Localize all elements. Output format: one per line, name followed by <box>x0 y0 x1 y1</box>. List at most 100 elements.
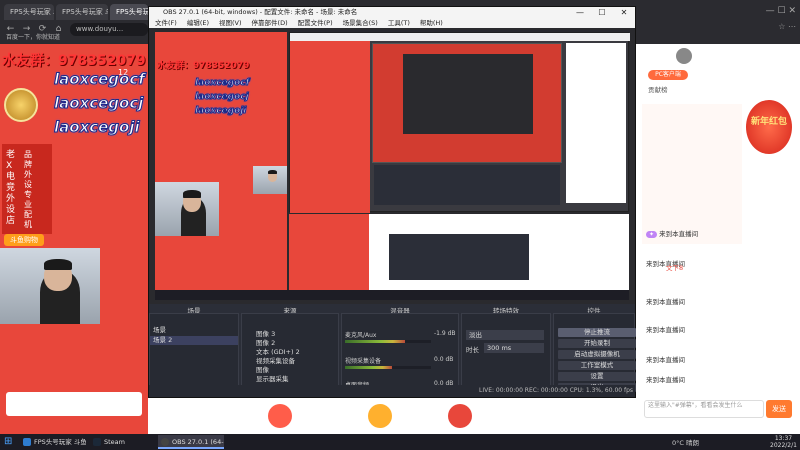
menu-item[interactable]: 视图(V) <box>219 19 242 27</box>
webcam-small <box>253 166 287 194</box>
mixer-track-db: -1.9 dB <box>434 330 456 337</box>
windows-start-icon[interactable]: ⊞ <box>4 437 14 447</box>
menu-item[interactable]: 文件(F) <box>155 19 177 27</box>
obs-preview[interactable]: 水友群：978352079 laoxcegocf laoxcegocj laox… <box>149 28 635 304</box>
preview-taskbar <box>155 290 629 300</box>
preview-nested-docks <box>389 234 529 280</box>
taskbar-item[interactable]: FPS头号玩家 斗鱼... <box>20 435 86 449</box>
overlay-name: laoxcegoji <box>54 118 141 137</box>
new-year-redpacket-icon[interactable]: 新年红包 <box>746 100 792 154</box>
source-item[interactable]: 视频采集设备 <box>242 357 338 366</box>
transition-select[interactable]: 淡出 <box>466 330 544 340</box>
chat-message: ✦ 来到本直播间 <box>646 228 698 238</box>
browser-tab[interactable]: FPS头号玩家 斗鱼视频 <box>56 4 108 20</box>
browser-icon <box>23 438 31 446</box>
shop-label: 斗鱼购物 <box>4 234 44 246</box>
chat-message: 来到本直播间 <box>646 324 685 334</box>
duration-label: 时长 <box>466 346 479 354</box>
studio-mode-button[interactable]: 工作室模式 <box>558 361 636 370</box>
weather-text[interactable]: 0°C 晴朗 <box>672 437 699 447</box>
preview-qq-text: 水友群：978352079 <box>157 61 250 71</box>
source-item[interactable]: 文本 (GDI+) 2 <box>242 348 338 357</box>
minimize-icon[interactable]: — <box>569 7 591 18</box>
obs-menubar: 文件(F) 编辑(E) 视图(V) 停靠部件(D) 配置文件(P) 场景集合(S) 工具(T… <box>149 18 635 28</box>
browser-window-controls[interactable]: — ☐ ✕ <box>642 6 796 20</box>
shop-banner-left-text: 老X电竞外设店 <box>6 150 16 226</box>
mixer-track-name: 视频采集设备 <box>345 358 382 365</box>
source-item[interactable]: 显示器采集 <box>242 375 338 384</box>
nested-docks <box>374 165 560 205</box>
shop-banner: 老X电竞外设店 品牌外设 专业配机 <box>2 144 52 234</box>
scene-item[interactable]: 场景 2 <box>150 336 238 345</box>
menu-item[interactable]: 场景集合(S) <box>343 19 378 27</box>
rank-label: 贡献榜 <box>648 86 668 94</box>
preview-webcam-small <box>253 166 287 194</box>
preview-name: laoxcegoji <box>194 106 247 117</box>
menu-item[interactable]: 编辑(E) <box>187 19 209 27</box>
taskbar-item[interactable]: OBS 27.0.1 (64-bit... <box>158 435 224 449</box>
taskbar-item[interactable]: Steam <box>90 435 154 449</box>
browser-tab[interactable]: FPS头号玩家 斗鱼视频 <box>4 4 54 20</box>
person-hair <box>44 259 72 271</box>
volume-meter <box>345 366 393 369</box>
fans-label: 文下8 <box>666 264 684 272</box>
chat-message: 来到本直播间 <box>646 374 685 384</box>
sources-header: 来源 <box>283 307 297 315</box>
pc-client-button[interactable]: PC客户端 <box>648 70 688 80</box>
stream-page-right: PC客户端 贡献榜 新年红包 ✦ 来到本直播间 来到本直播间 文下8 来到本直播… <box>636 44 800 434</box>
nested-preview-inner <box>403 54 533 134</box>
scene-item[interactable]: 场景 <box>150 326 238 335</box>
taskbar-item-label: OBS 27.0.1 (64-bit... <box>172 438 224 446</box>
nested-obs-preview <box>289 32 630 213</box>
chat-message: 来到本直播间 <box>646 354 685 364</box>
maximize-icon[interactable]: ☐ <box>591 7 613 18</box>
browser-tab[interactable]: FPS头号玩家 斗鱼视频 <box>110 4 148 20</box>
steam-icon <box>93 438 101 446</box>
clock-time: 13:37 <box>774 435 793 442</box>
overlay-name: laoxcegocj <box>53 94 144 113</box>
gift-icon[interactable] <box>268 404 292 428</box>
chat-input[interactable]: 这里输入"#弹幕"，看看会发生什么 <box>644 400 764 418</box>
avatar[interactable] <box>676 48 692 64</box>
rank-list <box>642 104 742 244</box>
nested-chat <box>566 43 626 203</box>
send-button[interactable]: 发送 <box>766 400 792 418</box>
person-hair <box>267 170 278 175</box>
obs-window[interactable]: OBS 27.0.1 (64-bit, windows) - 配置文件: 未命名… <box>148 6 636 398</box>
chat-message-text: 来到本直播间 <box>659 230 699 238</box>
virtual-camera-button[interactable]: 启动虚拟摄像机 <box>558 350 636 359</box>
mixer-track-name: 麦克风/Aux <box>345 332 377 339</box>
close-icon[interactable]: ✕ <box>613 7 635 18</box>
chat-message-text: 来到本直播间 <box>646 298 685 306</box>
obs-statusbar: LIVE: 00:00:00 REC: 00:00:00 CPU: 1.3%, … <box>149 385 635 397</box>
taskbar-item-label: FPS头号玩家 斗鱼... <box>34 438 86 446</box>
taskbar: ⊞ FPS头号玩家 斗鱼... Steam OBS 27.0.1 (64-bit… <box>0 434 800 450</box>
source-item[interactable]: 图像 2 <box>242 339 338 348</box>
person-hair <box>183 190 202 198</box>
qq-group-text: 水友群：978352079 <box>2 53 146 69</box>
duration-input[interactable]: 300 ms <box>484 343 544 353</box>
scenes-header: 场景 <box>187 307 201 315</box>
gift-icon[interactable] <box>368 404 392 428</box>
browser-toolbar-icons[interactable]: ☆ ⋯ <box>642 22 796 36</box>
stop-streaming-button[interactable]: 停止推流 <box>558 328 636 337</box>
gift-icon[interactable] <box>448 404 472 428</box>
menu-item[interactable]: 帮助(H) <box>420 19 443 27</box>
menu-item[interactable]: 配置文件(P) <box>298 19 333 27</box>
start-recording-button[interactable]: 开始录制 <box>558 339 636 348</box>
obs-title: OBS 27.0.1 (64-bit, windows) - 配置文件: 未命名… <box>149 7 635 18</box>
source-item[interactable]: 图像 3 <box>242 330 338 339</box>
controls-header: 控件 <box>587 307 601 315</box>
mixer-dock: 麦克风/Aux -1.9 dB 视频采集设备 0.0 dB 桌面音频 0.0 d… <box>341 313 459 395</box>
bookmark-bar[interactable]: 百度一下，你就知道 <box>6 32 154 44</box>
clock-date: 2022/2/1 <box>770 442 797 449</box>
overlay-name: laoxcegocf <box>54 70 146 89</box>
chat-badge: ✦ <box>646 231 658 238</box>
source-item[interactable]: 图像 <box>242 366 338 375</box>
menu-item[interactable]: 停靠部件(D) <box>252 19 288 27</box>
menu-item[interactable]: 工具(T) <box>388 19 410 27</box>
clock[interactable]: 13:37 2022/2/1 <box>770 435 797 449</box>
chat-message-text: 来到本直播间 <box>646 376 685 384</box>
settings-button[interactable]: 设置 <box>558 372 636 381</box>
mixer-track-db: 0.0 dB <box>434 356 454 363</box>
